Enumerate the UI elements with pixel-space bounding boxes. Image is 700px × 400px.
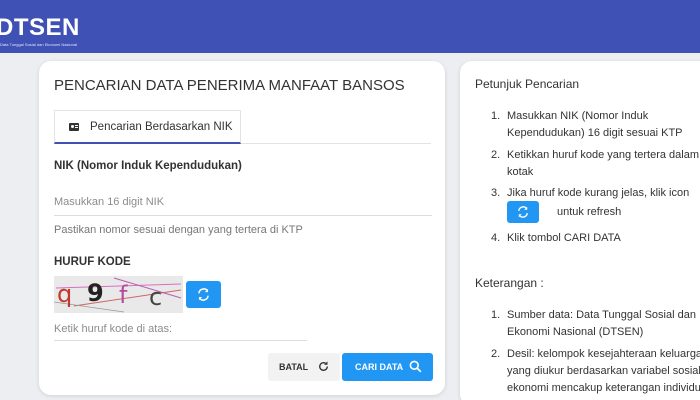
inline-refresh-button[interactable] <box>507 201 539 223</box>
keterangan-title: Keterangan : <box>475 276 544 290</box>
nik-input[interactable] <box>54 189 432 216</box>
list-text: Jika huruf kode kurang jelas, klik icon <box>507 187 690 199</box>
batal-button[interactable]: BATAL <box>268 353 340 381</box>
list-number: 1. <box>491 110 501 122</box>
list-number: 4. <box>491 232 501 244</box>
search-card: PENCARIAN DATA PENERIMA MANFAAT BANSOS P… <box>39 61 445 395</box>
search-card-title: PENCARIAN DATA PENERIMA MANFAAT BANSOS <box>54 77 405 94</box>
list-text: Kependudukan) 16 digit sesuai KTP <box>507 127 683 139</box>
kode-input[interactable] <box>54 317 307 341</box>
list-number: 3. <box>491 187 501 199</box>
cari-data-button[interactable]: CARI DATA <box>342 353 433 381</box>
list-text: Desil: kelompok kesejahteraan keluarga <box>507 348 700 360</box>
list-number: 1. <box>491 309 501 321</box>
list-text: Klik tombol CARI DATA <box>507 232 621 244</box>
list-text: untuk refresh <box>557 206 622 218</box>
list-text: Sumber data: Data Tunggal Sosial dan <box>507 309 696 321</box>
top-header-bar: DTSEN Data Tunggal Sosial dan Ekonomi Na… <box>0 0 700 53</box>
tab-divider <box>241 143 431 144</box>
logo-subtitle: Data Tunggal Sosial dan Ekonomi Nasional <box>0 42 77 47</box>
tab-nik-search[interactable]: Pencarian Berdasarkan NIK <box>54 110 241 144</box>
logo-text: DTSEN <box>0 14 80 41</box>
kode-label: HURUF KODE <box>54 256 131 268</box>
reset-icon <box>319 361 328 371</box>
refresh-icon <box>518 206 528 218</box>
list-text: Ketikkan huruf kode yang tertera dalam <box>507 149 700 161</box>
list-text: ekonomi mencakup keterangan individu <box>507 382 700 394</box>
captcha-char: f <box>119 281 128 309</box>
captcha-char: 9 <box>87 279 104 307</box>
refresh-captcha-button[interactable] <box>186 281 221 308</box>
petunjuk-title: Petunjuk Pencarian <box>475 77 580 91</box>
nik-label: NIK (Nomor Induk Kependudukan) <box>54 160 242 172</box>
captcha-char: c <box>149 283 163 311</box>
id-card-icon <box>69 123 79 131</box>
dtsen-logo[interactable]: DTSEN Data Tunggal Sosial dan Ekonomi Na… <box>0 14 79 48</box>
guide-card: Petunjuk Pencarian 1. Masukkan NIK (Nomo… <box>460 61 700 400</box>
captcha-image: q 9 f c <box>54 276 183 313</box>
list-text: kotak <box>507 166 534 178</box>
tab-label: Pencarian Berdasarkan NIK <box>90 121 233 133</box>
search-icon <box>409 360 422 373</box>
list-text: Ekonomi Nasional (DTSEN) <box>507 326 644 338</box>
list-text: yang diukur berdasarkan variabel sosial <box>507 365 700 377</box>
nik-hint: Pastikan nomor sesuai dengan yang terter… <box>54 224 303 236</box>
list-number: 2. <box>491 348 501 360</box>
list-number: 2. <box>491 149 501 161</box>
batal-label: BATAL <box>279 362 309 372</box>
captcha-char: q <box>57 280 73 308</box>
refresh-icon <box>198 288 209 301</box>
cari-label: CARI DATA <box>355 362 404 372</box>
list-text: Masukkan NIK (Nomor Induk <box>507 110 649 122</box>
